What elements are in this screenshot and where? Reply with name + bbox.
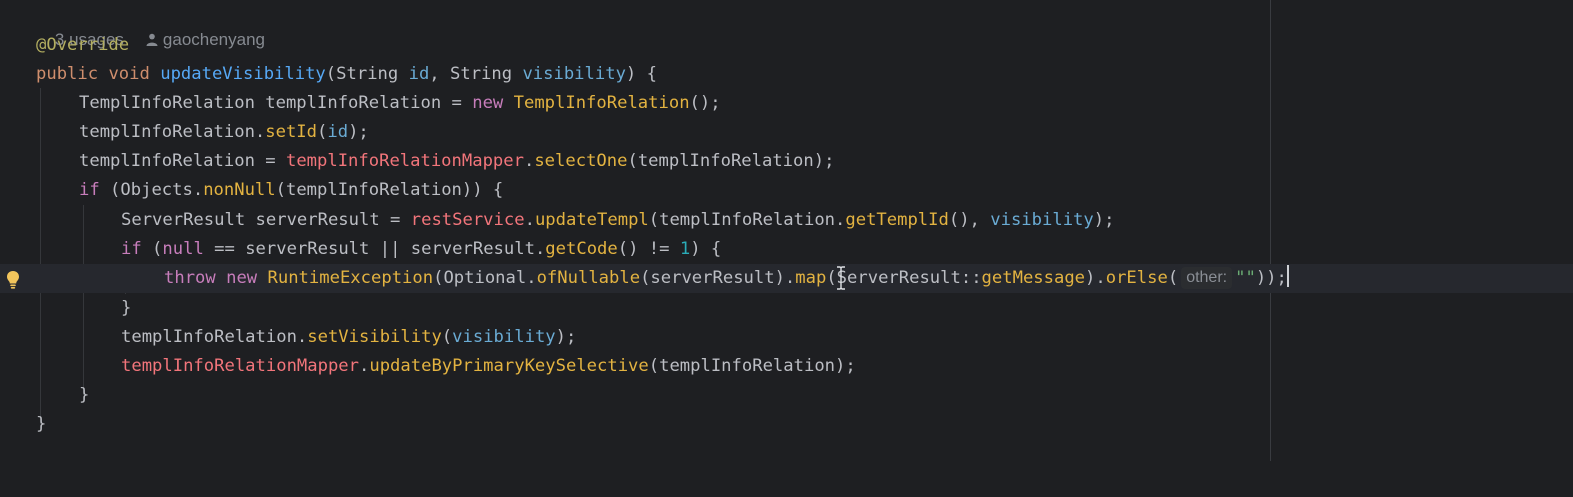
constructor-token: TemplInfoRelation: [513, 93, 690, 113]
code-token: ServerResult serverResult =: [121, 210, 411, 230]
code-line[interactable]: @Override: [0, 31, 1573, 60]
annotation-token: @Override: [36, 35, 130, 55]
code-token: (: [141, 239, 163, 259]
code-line[interactable]: templInfoRelation.setVisibility(visibili…: [0, 323, 1573, 352]
code-line[interactable]: ServerResult serverResult = restService.…: [0, 206, 1573, 235]
code-line[interactable]: public void updateVisibility(String id, …: [0, 60, 1573, 89]
parameter-token: id: [408, 64, 430, 84]
method-call-token: map: [795, 268, 827, 288]
code-token: }: [79, 385, 90, 405]
method-call-token: setVisibility: [307, 327, 442, 347]
code-token: (ServerResult::: [826, 268, 982, 288]
method-call-token: setId: [265, 122, 318, 142]
field-token: restService: [410, 210, 525, 230]
field-token: templInfoRelationMapper: [285, 151, 524, 171]
code-line[interactable]: if (Objects.nonNull(templInfoRelation)) …: [0, 176, 1573, 205]
text-caret: [1286, 265, 1289, 287]
keyword-token: if: [79, 180, 100, 200]
code-token: }: [36, 414, 47, 434]
code-token: (),: [948, 210, 991, 230]
method-call-token: getCode: [545, 239, 618, 259]
code-line[interactable]: }: [0, 410, 1573, 439]
code-token: }: [121, 298, 132, 318]
code-token: (templInfoRelation)) {: [275, 180, 504, 200]
code-token: , String: [429, 64, 523, 84]
text-cursor-icon: [837, 266, 845, 290]
code-token: ) {: [690, 239, 722, 259]
keyword-token: new: [472, 93, 504, 113]
code-token: ).: [1085, 268, 1106, 288]
method-call-token: getTemplId: [845, 210, 949, 230]
code-token: () !=: [617, 239, 680, 259]
code-token: (templInfoRelation);: [648, 356, 856, 376]
keyword-token: if: [121, 239, 142, 259]
code-token: (templInfoRelation.: [648, 210, 846, 230]
parameter-token: id: [327, 122, 349, 142]
code-token: (: [317, 122, 328, 142]
code-line[interactable]: templInfoRelation = templInfoRelationMap…: [0, 147, 1573, 176]
code-line[interactable]: TemplInfoRelation templInfoRelation = ne…: [0, 89, 1573, 118]
keyword-token: public: [36, 64, 99, 84]
lightbulb-icon[interactable]: [6, 270, 20, 290]
code-token: (String: [325, 64, 409, 84]
code-vision-hints[interactable]: 3 usages gaochenyang: [36, 4, 265, 49]
code-token: templInfoRelation.: [79, 122, 266, 142]
method-name-token: updateVisibility: [160, 64, 326, 84]
code-line[interactable]: }: [0, 294, 1573, 323]
code-line-current[interactable]: throw new RuntimeException(Optional.ofNu…: [0, 264, 1573, 293]
code-token: TemplInfoRelation templInfoRelation =: [79, 93, 473, 113]
method-call-token: nonNull: [203, 180, 276, 200]
code-token: .: [523, 151, 535, 171]
constructor-token: RuntimeException: [267, 268, 434, 288]
code-line[interactable]: templInfoRelationMapper.updateByPrimaryK…: [0, 352, 1573, 381]
code-line[interactable]: if (null == serverResult || serverResult…: [0, 235, 1573, 264]
code-token: (: [1167, 268, 1179, 288]
keyword-token: void: [108, 64, 150, 84]
code-token: (Optional.: [433, 268, 537, 288]
code-token: );: [1093, 210, 1115, 230]
parameter-token: visibility: [522, 64, 626, 84]
code-token: (: [441, 327, 453, 347]
code-token: .: [524, 210, 535, 230]
keyword-token: throw: [164, 268, 216, 288]
method-call-token: updateTempl: [534, 210, 649, 230]
code-token: );: [348, 122, 369, 142]
field-token: templInfoRelationMapper: [121, 356, 359, 376]
keyword-token: null: [162, 239, 204, 259]
code-line[interactable]: templInfoRelation.setId(id);: [0, 118, 1573, 147]
string-token: "": [1235, 268, 1256, 288]
code-token: );: [555, 327, 577, 347]
method-call-token: selectOne: [534, 151, 628, 171]
number-token: 1: [679, 239, 691, 259]
method-call-token: orElse: [1105, 268, 1168, 288]
method-call-token: ofNullable: [536, 268, 641, 288]
code-token: templInfoRelation =: [79, 151, 286, 171]
code-editor[interactable]: 3 usages gaochenyang @Override public voi…: [0, 0, 1573, 461]
method-call-token: updateByPrimaryKeySelective: [369, 356, 649, 376]
parameter-token: visibility: [452, 327, 556, 347]
code-token: == serverResult || serverResult.: [203, 239, 546, 259]
code-token: templInfoRelation.: [121, 327, 308, 347]
code-token: (serverResult).: [640, 268, 796, 288]
code-token: .: [359, 356, 370, 376]
keyword-token: new: [226, 268, 258, 288]
code-token: ));: [1255, 268, 1287, 288]
method-call-token: getMessage: [981, 268, 1086, 288]
code-token: ();: [689, 93, 721, 113]
parameter-name-hint: other:: [1181, 267, 1233, 289]
code-token: ) {: [625, 64, 657, 84]
code-token: (Objects.: [99, 180, 204, 200]
parameter-token: visibility: [990, 210, 1094, 230]
code-token: (templInfoRelation);: [627, 151, 835, 171]
code-line[interactable]: }: [0, 381, 1573, 410]
